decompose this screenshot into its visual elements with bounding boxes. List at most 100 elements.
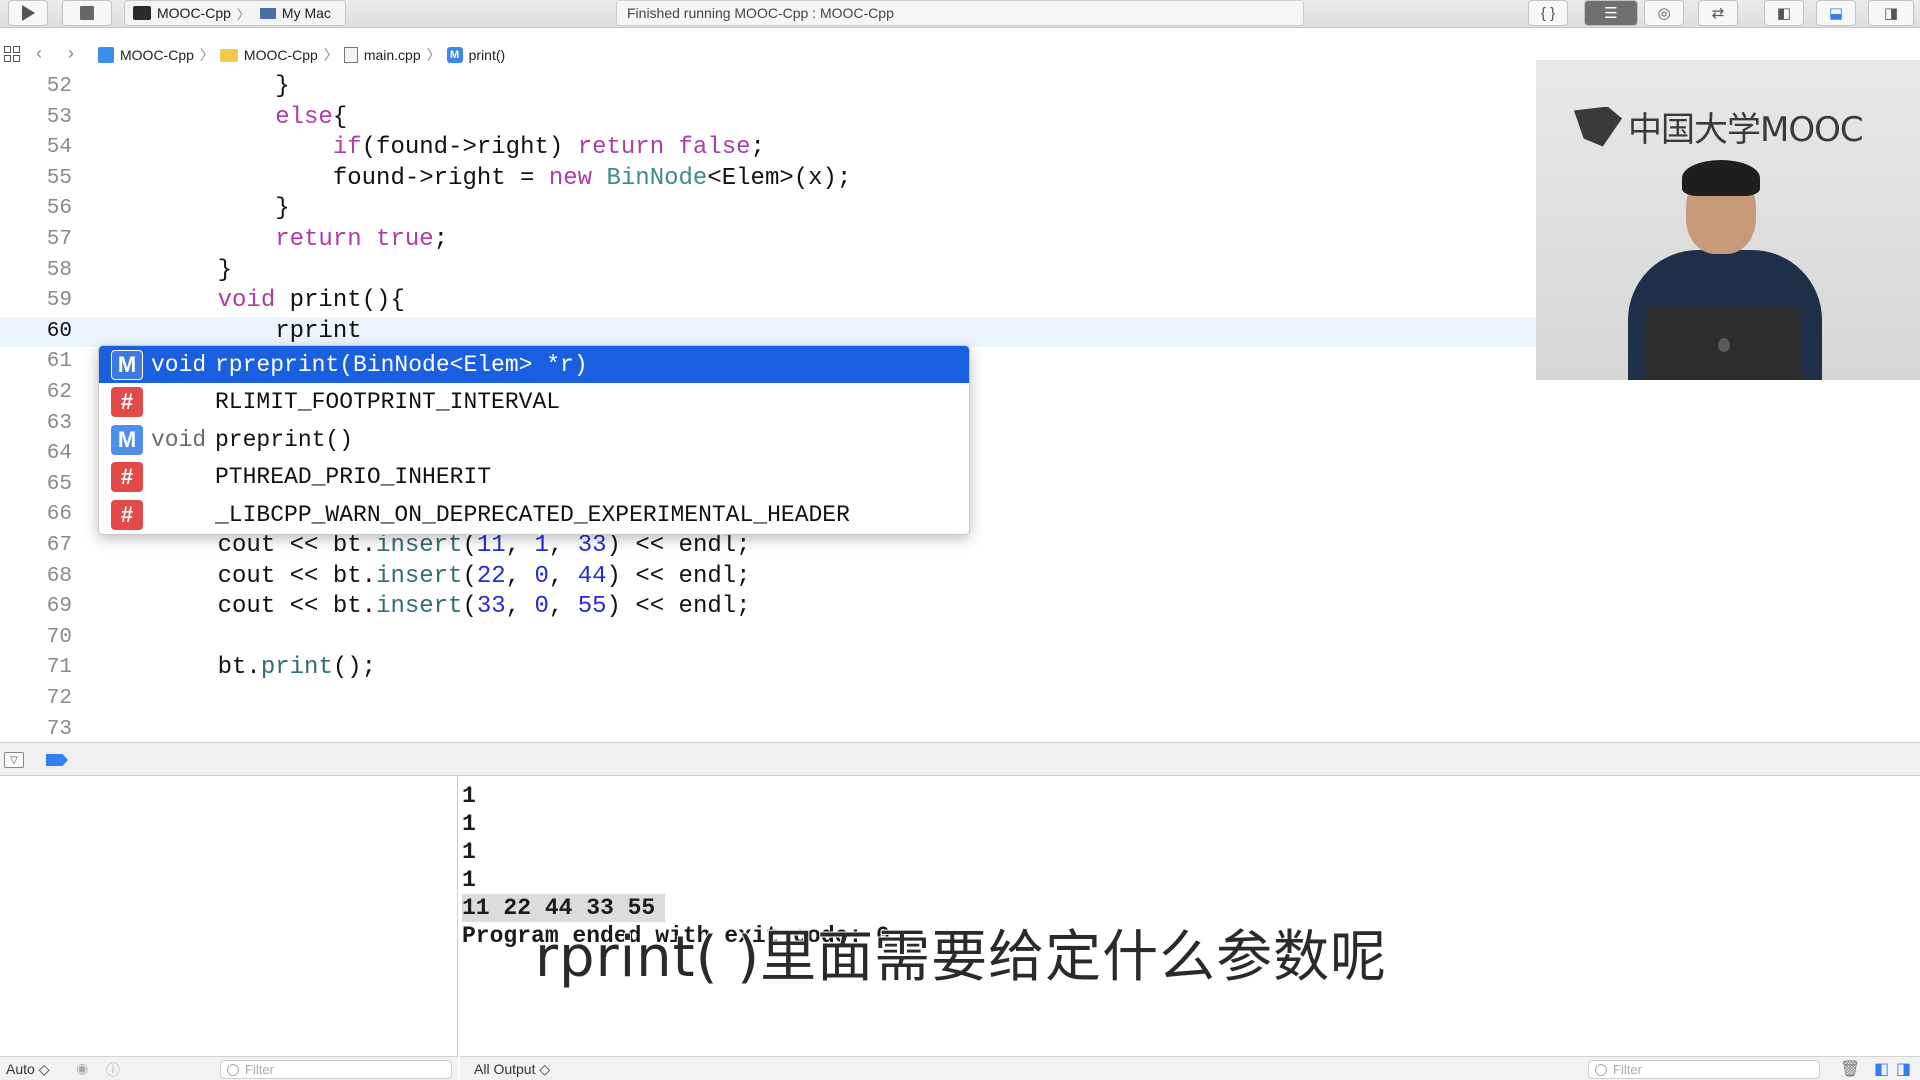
code-token: 22: [476, 562, 506, 590]
variables-filter-input[interactable]: Filter: [220, 1060, 452, 1079]
line-number: 67: [46, 534, 72, 557]
code-line[interactable]: 53 else{: [0, 103, 1536, 133]
code-line[interactable]: 69 cout << bt.insert(33, 0, 55) << endl;: [0, 592, 1536, 622]
project-icon: [98, 47, 114, 63]
braces-icon: { }: [1540, 4, 1556, 22]
code-line[interactable]: 68 cout << bt.insert(22, 0, 44) << endl;: [0, 562, 1536, 592]
code-line[interactable]: 71 bt.print();: [0, 653, 1536, 683]
assistant-editor-button[interactable]: ◎: [1644, 0, 1684, 26]
lecturer-hair: [1682, 160, 1760, 196]
rings-icon: ◎: [1657, 5, 1671, 22]
completion-item[interactable]: # PTHREAD_PRIO_INHERIT: [99, 459, 969, 496]
completion-item[interactable]: # RLIMIT_FOOTPRINT_INTERVAL: [99, 384, 969, 421]
code-line[interactable]: 56 }: [0, 194, 1536, 224]
version-editor-button[interactable]: ⇄: [1698, 0, 1738, 26]
breadcrumb: MOOC-Cpp 〉 MOOC-Cpp 〉 main.cpp 〉 M print…: [98, 45, 505, 65]
code-token: ,: [505, 532, 535, 559]
chevron-right-icon: 〉: [426, 47, 441, 63]
macro-icon: #: [111, 462, 143, 493]
code-token: insert: [376, 593, 463, 621]
trash-icon[interactable]: 🗑: [1840, 1059, 1860, 1079]
console-line: 1: [462, 839, 476, 865]
variables-filter-placeholder: Filter: [245, 1062, 274, 1077]
library-button[interactable]: { }: [1528, 0, 1568, 26]
standard-editor-button[interactable]: ☰: [1584, 0, 1638, 26]
code-line[interactable]: 58 }: [0, 256, 1536, 286]
code-token: ,: [505, 593, 535, 621]
code-line[interactable]: 55 found->right = new BinNode<Elem>(x);: [0, 164, 1536, 194]
code-token: (: [462, 532, 477, 559]
info-icon[interactable]: ⓘ: [106, 1060, 120, 1080]
breadcrumb-folder[interactable]: MOOC-Cpp: [244, 47, 318, 63]
eye-icon[interactable]: ◉: [76, 1060, 88, 1077]
scheme-project-label: MOOC-Cpp: [157, 5, 231, 21]
toggle-navigator-button[interactable]: ◧: [1764, 0, 1804, 26]
logo-text: 中国大学MOOC: [1628, 110, 1864, 150]
code-token: ) << endl;: [606, 562, 751, 590]
run-button[interactable]: [8, 0, 48, 26]
arrows-icon: ⇄: [1711, 5, 1725, 22]
toggle-debug-area-button[interactable]: ⬓: [1816, 0, 1856, 26]
code-token: print(){: [275, 287, 405, 315]
completion-return-type: void: [151, 426, 207, 453]
code-token: if: [332, 134, 362, 162]
code-token: ();: [332, 654, 377, 682]
breadcrumb-project[interactable]: MOOC-Cpp: [120, 47, 194, 63]
code-text: if(found->right) return false;: [160, 133, 765, 163]
console-statusbar: All Output ◇ Filter 🗑 ◧ ◨: [460, 1056, 1920, 1080]
code-line[interactable]: 59 void print(){: [0, 286, 1536, 316]
code-line[interactable]: 57 return true;: [0, 225, 1536, 255]
split-right-icon[interactable]: ◨: [1896, 1059, 1911, 1079]
code-line[interactable]: 60 rprint: [0, 316, 1536, 347]
code-completion-popup[interactable]: Mvoid rpreprint(BinNode<Elem> *r) # RLIMIT_…: [98, 345, 970, 535]
code-token: ) << endl;: [606, 532, 751, 559]
completion-item[interactable]: Mvoid preprint(): [99, 421, 969, 458]
code-line[interactable]: 52 }: [0, 72, 1536, 102]
code-line[interactable]: 54 if(found->right) return false;: [0, 133, 1536, 163]
code-line[interactable]: 72: [0, 684, 1536, 714]
code-line[interactable]: 73: [0, 715, 1536, 745]
hide-debug-area-button[interactable]: ▽: [4, 752, 24, 768]
code-line[interactable]: 67 cout << bt.insert(11, 1, 33) << endl;: [0, 531, 1536, 561]
code-token: ;: [433, 226, 449, 253]
method-icon: M: [111, 424, 143, 455]
code-token: ,: [548, 532, 578, 559]
code-text: return true;: [160, 225, 448, 255]
split-left-icon[interactable]: ◧: [1874, 1059, 1889, 1079]
toggle-utilities-button[interactable]: ◨: [1868, 0, 1914, 26]
line-number: 73: [46, 717, 72, 741]
code-token: ,: [548, 593, 578, 621]
code-line[interactable]: 70: [0, 623, 1536, 653]
console-filter-input[interactable]: Filter: [1588, 1060, 1820, 1079]
code-text: cout << bt.insert(33, 0, 55) << endl;: [160, 592, 751, 622]
completion-text: rpreprint(BinNode<Elem> *r): [215, 351, 588, 378]
debug-bar: ▽: [0, 742, 1920, 776]
method-icon: M: [111, 349, 143, 380]
related-items-icon[interactable]: [4, 46, 20, 62]
completion-item[interactable]: # _LIBCPP_WARN_ON_DEPRECATED_EXPERIMENTAL…: [99, 496, 969, 533]
console-line: 1: [462, 867, 476, 893]
output-filter-select[interactable]: All Output ◇: [474, 1061, 550, 1078]
completion-item[interactable]: Mvoid rpreprint(BinNode<Elem> *r): [99, 346, 969, 383]
breadcrumb-file[interactable]: main.cpp: [364, 47, 421, 63]
code-text: void print(){: [160, 286, 405, 316]
chevron-right-icon: 〉: [199, 47, 214, 63]
line-number: 69: [46, 595, 72, 619]
breakpoints-toggle-icon[interactable]: [46, 754, 68, 766]
back-arrow-icon[interactable]: ‹: [36, 43, 42, 64]
variables-mode-select[interactable]: Auto ◇: [6, 1061, 49, 1078]
line-number: 71: [46, 656, 72, 680]
scheme-selector[interactable]: MOOC-Cpp 〉 My Mac: [124, 0, 346, 26]
variables-statusbar: Auto ◇ ◉ ⓘ Filter: [0, 1056, 458, 1080]
forward-arrow-icon[interactable]: ›: [68, 43, 74, 64]
code-token: (: [462, 593, 477, 621]
stop-button[interactable]: [62, 0, 112, 26]
code-token: 55: [577, 593, 607, 621]
code-token: ) << endl;: [606, 593, 751, 621]
method-icon: M: [446, 47, 463, 63]
activity-viewer: Finished running MOOC-Cpp : MOOC-Cpp: [616, 0, 1304, 26]
code-token: {: [332, 103, 348, 131]
breadcrumb-symbol[interactable]: print(): [469, 47, 506, 63]
